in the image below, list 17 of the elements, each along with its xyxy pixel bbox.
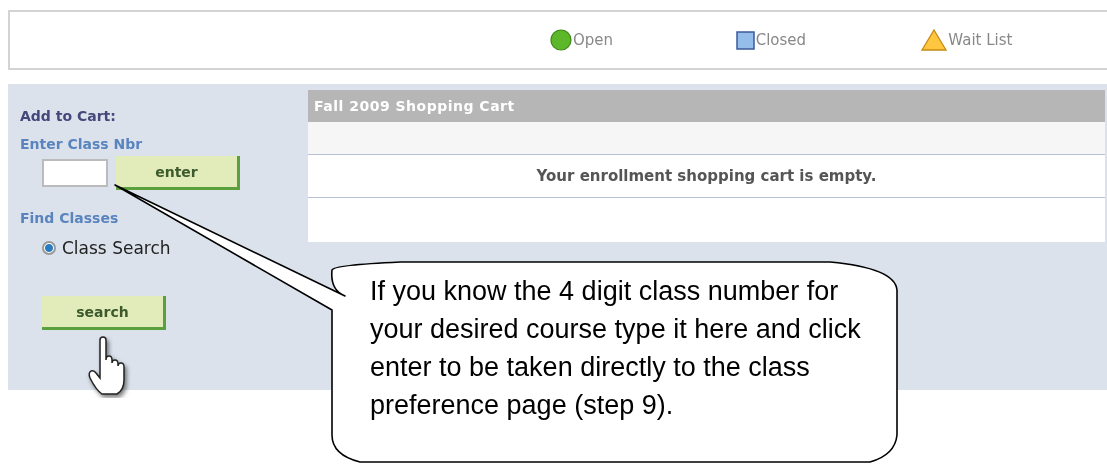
warning-triangle-icon [921,29,948,51]
legend-label: Wait List [948,31,1013,49]
radio-button[interactable] [42,241,56,255]
search-button[interactable]: search [42,296,166,330]
find-classes-heading: Find Classes [20,210,119,226]
field-label: Enter Class Nbr [20,136,143,152]
add-to-cart-heading: Add to Cart: [20,108,116,124]
legend-label: Closed [755,31,807,49]
cart-header: Fall 2009 Shopping Cart [308,90,1105,122]
legend-label: Open [573,31,614,49]
radio-label: Class Search [62,238,171,258]
open-circle-icon [550,29,572,51]
enter-button[interactable]: enter [116,156,240,190]
class-number-field[interactable] [42,159,108,187]
callout-text: If you know the 4 digit class number for your desired course type it here and click enter to be taken directly to the class preference page (step 9). [370,275,862,422]
empty-cart-message: Your enrollment shopping cart is empty. [308,155,1105,198]
square-icon [735,30,755,50]
